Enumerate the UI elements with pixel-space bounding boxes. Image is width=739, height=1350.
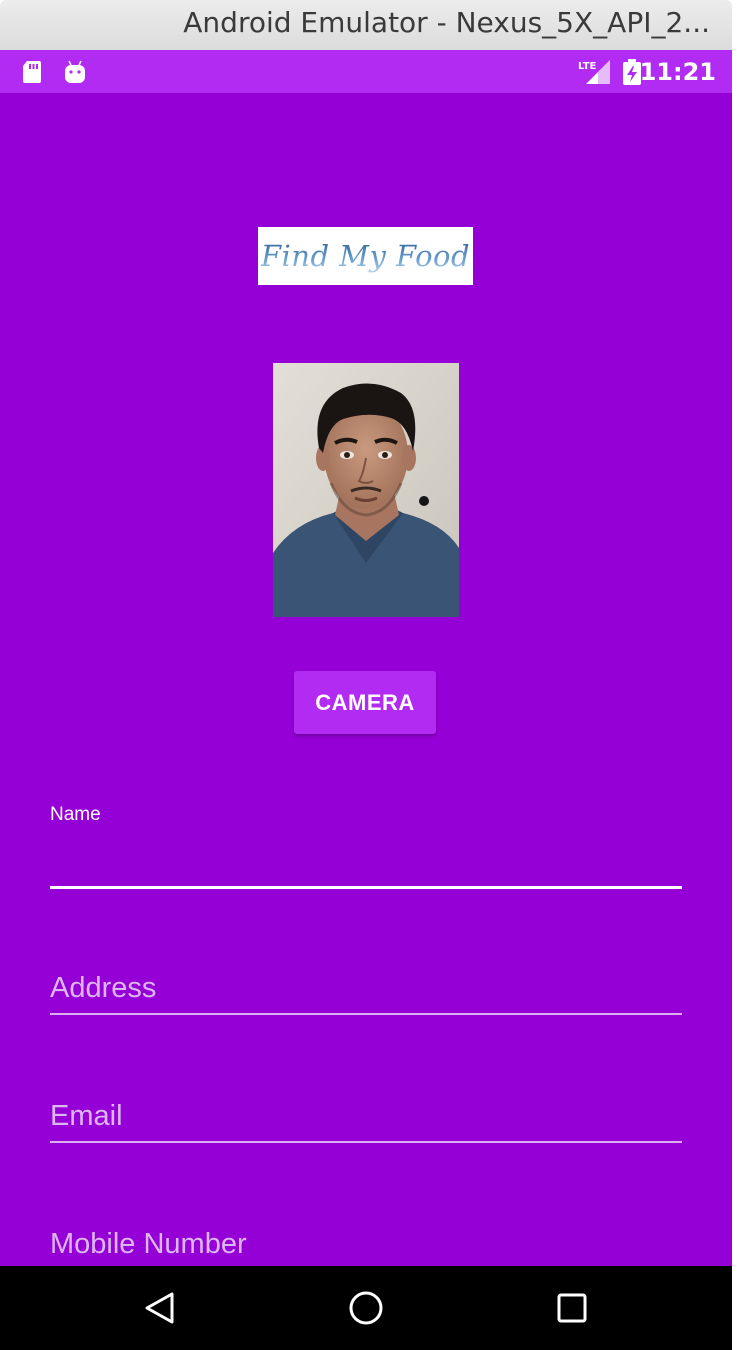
name-field-label: Name <box>50 804 101 825</box>
email-field[interactable] <box>50 1094 682 1138</box>
email-field-underline <box>50 1141 682 1143</box>
window-titlebar[interactable]: Android Emulator - Nexus_5X_API_2... <box>0 0 732 51</box>
navigation-bar <box>0 1266 732 1350</box>
home-icon[interactable] <box>346 1288 386 1328</box>
back-icon[interactable] <box>140 1288 180 1328</box>
window-title: Android Emulator - Nexus_5X_API_2... <box>183 6 710 39</box>
sd-card-icon <box>20 60 44 89</box>
window-edge <box>732 0 739 1350</box>
camera-button[interactable]: CAMERA <box>294 671 436 734</box>
status-bar: LTE 11:21 <box>0 50 732 93</box>
mobile-number-field[interactable] <box>50 1222 682 1266</box>
lte-signal-icon: LTE <box>578 58 612 91</box>
recents-icon[interactable] <box>552 1288 592 1328</box>
profile-photo <box>273 363 459 617</box>
app-logo: Find My Food <box>258 227 473 285</box>
name-field[interactable] <box>50 840 682 884</box>
lte-label: LTE <box>578 61 597 72</box>
android-screen: LTE 11:21 Find My Food CAMERA Name Addre… <box>0 50 732 1266</box>
android-icon <box>62 60 88 89</box>
name-field-underline <box>50 886 682 889</box>
status-time: 11:21 <box>639 58 716 86</box>
emulator-window: Android Emulator - Nexus_5X_API_2... LTE… <box>0 0 739 1350</box>
address-field-underline <box>50 1013 682 1015</box>
logo-text: Find My Food <box>260 239 471 273</box>
address-field[interactable] <box>50 966 682 1010</box>
